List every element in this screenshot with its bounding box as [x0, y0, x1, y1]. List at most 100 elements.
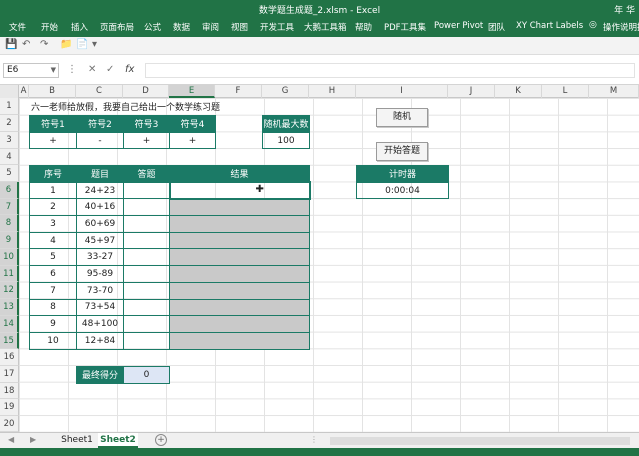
row-header-10[interactable]: 10: [0, 249, 19, 266]
symbol-header-3[interactable]: 符号3: [123, 115, 170, 133]
timer-label[interactable]: 计时器: [356, 165, 449, 183]
result-cell[interactable]: [169, 215, 310, 233]
answer-cell[interactable]: [123, 248, 170, 267]
problem-question[interactable]: 40+16: [76, 198, 124, 217]
problem-index[interactable]: 9: [29, 315, 77, 333]
column-header-b[interactable]: B: [29, 85, 76, 98]
column-header-f[interactable]: F: [215, 85, 262, 98]
tab-data[interactable]: 数据: [173, 21, 190, 33]
row-header-20[interactable]: 20: [0, 416, 19, 432]
problem-question[interactable]: 60+69: [76, 215, 124, 233]
random-button[interactable]: 随机: [376, 108, 428, 127]
add-sheet-icon[interactable]: +: [155, 434, 167, 446]
timer-value[interactable]: 0:00:04: [356, 181, 449, 200]
cancel-icon[interactable]: ✕: [88, 64, 96, 75]
final-score-value[interactable]: 0: [123, 366, 170, 384]
symbol-header-2[interactable]: 符号2: [76, 115, 124, 133]
problem-question[interactable]: 73-70: [76, 281, 124, 300]
answer-cell[interactable]: [123, 331, 170, 350]
max-number-label[interactable]: 随机最大数: [262, 115, 310, 133]
sheet-tab-2[interactable]: Sheet2: [98, 433, 138, 448]
tab-toolbox[interactable]: 大鹅工具箱: [304, 21, 347, 33]
row-header-16[interactable]: 16: [0, 349, 19, 366]
result-cell[interactable]: [169, 198, 310, 217]
row-header-4[interactable]: 4: [0, 149, 19, 165]
row-header-14[interactable]: 14: [0, 316, 19, 333]
problem-index[interactable]: 4: [29, 231, 77, 250]
answer-cell[interactable]: [123, 265, 170, 283]
column-header-e[interactable]: E: [169, 85, 215, 98]
result-cell[interactable]: [169, 331, 310, 350]
result-cell[interactable]: [169, 315, 310, 333]
column-header-g[interactable]: G: [262, 85, 309, 98]
answer-cell[interactable]: [123, 181, 170, 200]
tell-me-search[interactable]: 操作说明搜: [603, 21, 639, 33]
problem-question[interactable]: 95-89: [76, 265, 124, 283]
enter-icon[interactable]: ✓: [106, 64, 114, 75]
problem-index[interactable]: 6: [29, 265, 77, 283]
problem-question[interactable]: 24+23: [76, 181, 124, 200]
formula-input[interactable]: [145, 63, 635, 78]
row-header-7[interactable]: 7: [0, 199, 19, 215]
row-header-12[interactable]: 12: [0, 282, 19, 299]
tab-xy-chart-labels[interactable]: XY Chart Labels: [516, 21, 583, 31]
max-number-value[interactable]: 100: [262, 131, 310, 150]
row-header-5[interactable]: 5: [0, 165, 19, 182]
problem-index[interactable]: 2: [29, 198, 77, 217]
column-header-a[interactable]: A: [19, 85, 29, 98]
tab-formulas[interactable]: 公式: [144, 21, 161, 33]
tab-page-layout[interactable]: 页面布局: [100, 21, 134, 33]
insert-function-icon[interactable]: fx: [125, 64, 134, 75]
chevron-down-icon[interactable]: ▼: [51, 64, 56, 77]
horizontal-scrollbar[interactable]: [330, 437, 630, 445]
name-box[interactable]: E6 ▼: [3, 63, 59, 78]
row-header-13[interactable]: 13: [0, 299, 19, 316]
result-cell[interactable]: [169, 281, 310, 300]
answer-cell[interactable]: [123, 298, 170, 317]
problem-index[interactable]: 10: [29, 331, 77, 350]
problem-question[interactable]: 12+84: [76, 331, 124, 350]
column-header-c[interactable]: C: [76, 85, 123, 98]
row-header-19[interactable]: 19: [0, 399, 19, 416]
result-cell[interactable]: [169, 265, 310, 283]
final-score-label[interactable]: 最终得分: [76, 366, 124, 384]
tab-team[interactable]: 团队: [488, 21, 505, 33]
problem-question[interactable]: 73+54: [76, 298, 124, 317]
symbol-header-1[interactable]: 符号1: [29, 115, 77, 133]
symbol-value-4[interactable]: +: [169, 131, 216, 150]
row-header-8[interactable]: 8: [0, 215, 19, 232]
problem-index[interactable]: 3: [29, 215, 77, 233]
tab-developer[interactable]: 开发工具: [260, 21, 294, 33]
row-header-1[interactable]: 1: [0, 98, 19, 115]
open-folder-icon[interactable]: 📁: [60, 39, 72, 50]
tab-file[interactable]: 文件: [9, 21, 26, 33]
column-header-j[interactable]: J: [448, 85, 495, 98]
problem-question[interactable]: 45+97: [76, 231, 124, 250]
select-all-corner[interactable]: [0, 85, 19, 98]
answer-cell[interactable]: [123, 315, 170, 333]
row-header-2[interactable]: 2: [0, 115, 19, 132]
column-header-d[interactable]: D: [123, 85, 169, 98]
row-header-15[interactable]: 15: [0, 333, 19, 349]
column-header-l[interactable]: L: [542, 85, 589, 98]
answer-cell[interactable]: [123, 231, 170, 250]
tab-review[interactable]: 审阅: [202, 21, 219, 33]
column-header-k[interactable]: K: [495, 85, 542, 98]
problem-index[interactable]: 8: [29, 298, 77, 317]
row-header-3[interactable]: 3: [0, 132, 19, 149]
lightbulb-icon[interactable]: ◎: [589, 20, 597, 30]
row-header-9[interactable]: 9: [0, 232, 19, 249]
column-header-i[interactable]: I: [356, 85, 448, 98]
row-header-11[interactable]: 11: [0, 266, 19, 282]
problems-header-index[interactable]: 序号: [29, 165, 77, 183]
scroll-right-icon[interactable]: ▶: [30, 435, 36, 444]
problem-index[interactable]: 5: [29, 248, 77, 267]
answer-cell[interactable]: [123, 215, 170, 233]
answer-cell[interactable]: [123, 198, 170, 217]
row-header-18[interactable]: 18: [0, 383, 19, 399]
problem-question[interactable]: 48+100: [76, 315, 124, 333]
result-cell-selected[interactable]: ✚: [168, 181, 311, 200]
tab-power-pivot[interactable]: Power Pivot: [434, 21, 483, 31]
row-header-17[interactable]: 17: [0, 366, 19, 383]
symbol-value-1[interactable]: +: [29, 131, 77, 150]
